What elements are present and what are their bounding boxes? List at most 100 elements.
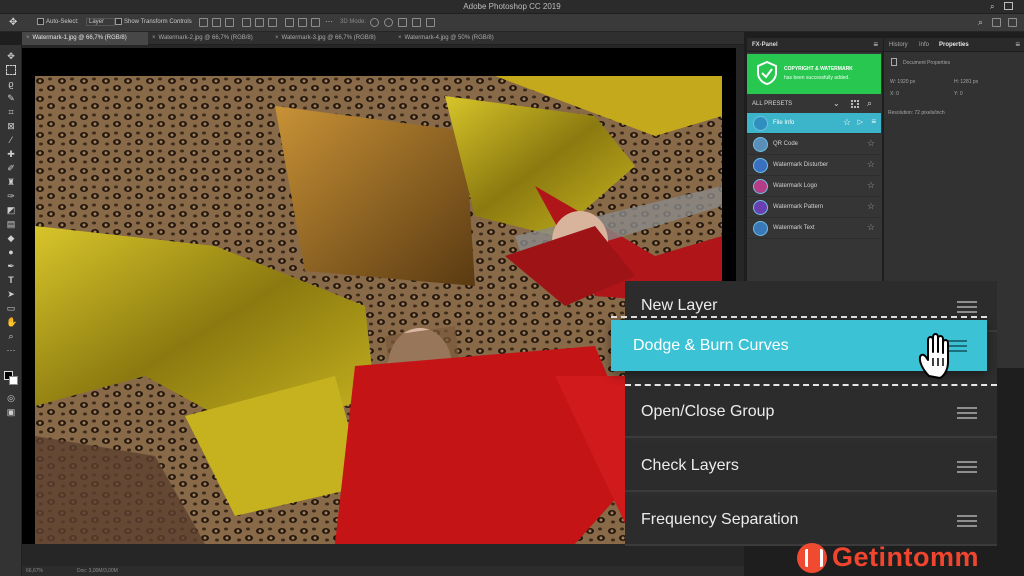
pen-tool-icon[interactable]: ✒ xyxy=(6,261,16,271)
presets-header: ALL PRESETS ⌄ ⌕ xyxy=(747,98,881,111)
distribute-v-icon[interactable] xyxy=(311,18,320,27)
pan-3d-icon[interactable] xyxy=(398,18,407,27)
presets-dropdown[interactable]: ALL PRESETS xyxy=(752,101,792,107)
more-tools-icon[interactable]: ··· xyxy=(6,345,16,355)
align-middle-icon[interactable] xyxy=(255,18,264,27)
history-brush-icon[interactable]: ✑ xyxy=(6,191,16,201)
hand-tool-icon[interactable]: ✋ xyxy=(6,317,17,327)
close-icon[interactable]: × xyxy=(398,35,402,41)
zoom-tool-icon[interactable]: ⌕ xyxy=(6,331,16,341)
y-value[interactable]: Y: 0 xyxy=(954,91,963,97)
path-select-icon[interactable]: ➤ xyxy=(6,289,16,299)
align-left-icon[interactable] xyxy=(199,18,208,27)
align-center-icon[interactable] xyxy=(212,18,221,27)
panel-menu-icon[interactable]: ≡ xyxy=(873,40,878,49)
star-icon[interactable]: ☆ xyxy=(843,117,851,128)
roll-3d-icon[interactable] xyxy=(384,18,393,27)
star-icon[interactable]: ☆ xyxy=(867,201,875,212)
blur-tool-icon[interactable]: ◆ xyxy=(6,233,16,243)
shape-tool-icon[interactable]: ▭ xyxy=(6,303,16,313)
tab-watermark-2[interactable]: × Watermark-2.jpg @ 66,7% (RGB/8) xyxy=(148,32,271,45)
align-right-icon[interactable] xyxy=(225,18,234,27)
preset-watermark-pattern[interactable]: Watermark Pattern ☆ xyxy=(747,197,881,218)
healing-tool-icon[interactable]: ✚ xyxy=(6,149,16,159)
panel-menu-icon[interactable]: ≡ xyxy=(1015,40,1020,49)
play-icon[interactable]: ▷ xyxy=(858,118,863,126)
qr-code-icon xyxy=(753,137,768,152)
tab-watermark-3[interactable]: × Watermark-3.jpg @ 66,7% (RGB/8) xyxy=(271,32,394,45)
more-icon[interactable]: ··· xyxy=(325,17,333,26)
title-bar: Adobe Photoshop CC 2019 ⌕ xyxy=(0,0,1024,14)
distribute-icon[interactable] xyxy=(285,18,294,27)
drag-handle-icon[interactable] xyxy=(957,407,977,419)
auto-select-checkbox[interactable] xyxy=(37,18,44,25)
star-icon[interactable]: ☆ xyxy=(867,180,875,191)
screen-mode-icon[interactable]: ▣ xyxy=(6,407,16,417)
eyedropper-tool-icon[interactable]: ⁄ xyxy=(6,135,16,145)
drag-handle-icon[interactable] xyxy=(957,515,977,527)
search-icon[interactable]: ⌕ xyxy=(978,17,983,28)
move-tool-icon[interactable]: ✥ xyxy=(9,17,17,28)
type-tool-icon[interactable]: T xyxy=(6,275,16,285)
drag-handle-icon[interactable] xyxy=(957,461,977,473)
align-top-icon[interactable] xyxy=(242,18,251,27)
disturber-icon xyxy=(753,158,768,173)
drag-handle-icon[interactable] xyxy=(957,301,977,313)
distribute-h-icon[interactable] xyxy=(298,18,307,27)
star-icon[interactable]: ☆ xyxy=(867,159,875,170)
preset-file-info[interactable]: File Info ☆ ▷ ≡ xyxy=(747,113,881,134)
tab-history[interactable]: History xyxy=(889,42,908,48)
stamp-tool-icon[interactable]: ♜ xyxy=(6,177,16,187)
slide-3d-icon[interactable] xyxy=(412,18,421,27)
star-icon[interactable]: ☆ xyxy=(867,222,875,233)
menu-item-label: Dodge & Burn Curves xyxy=(633,337,789,354)
preset-watermark-text[interactable]: Watermark Text ☆ xyxy=(747,218,881,239)
preset-watermark-disturber[interactable]: Watermark Disturber ☆ xyxy=(747,155,881,176)
layer-dropdown[interactable]: Layer xyxy=(86,18,116,26)
preset-watermark-logo[interactable]: Watermark Logo ☆ xyxy=(747,176,881,197)
grid-view-icon[interactable] xyxy=(851,100,859,108)
marquee-tool-icon[interactable] xyxy=(6,65,16,75)
frame-tool-icon[interactable]: ⊠ xyxy=(6,121,16,131)
menu-item-frequency-separation[interactable]: Frequency Separation xyxy=(625,495,997,546)
search-icon[interactable]: ⌕ xyxy=(990,2,994,12)
close-icon[interactable]: × xyxy=(152,35,156,41)
workspace-icon[interactable] xyxy=(1004,2,1013,10)
tab-info[interactable]: Info xyxy=(919,42,929,48)
quick-mask-icon[interactable]: ◎ xyxy=(6,393,16,403)
workspace-switcher-icon[interactable] xyxy=(992,18,1001,27)
height-value[interactable]: H: 1281 px xyxy=(954,79,978,85)
gradient-tool-icon[interactable]: ▤ xyxy=(6,219,16,229)
share-icon[interactable] xyxy=(1008,18,1017,27)
tab-watermark-1[interactable]: × Watermark-1.jpg @ 66,7% (RGB/8) xyxy=(22,32,148,45)
close-icon[interactable]: × xyxy=(26,35,30,41)
preset-qr-code[interactable]: QR Code ☆ xyxy=(747,134,881,155)
chevron-down-icon[interactable]: ⌄ xyxy=(833,99,840,108)
doc-properties-label: Document Properties xyxy=(903,60,950,66)
show-transform-checkbox[interactable] xyxy=(115,18,122,25)
doc-size[interactable]: Doc: 3,00M/3,00M xyxy=(77,568,118,574)
tab-watermark-4[interactable]: × Watermark-4.jpg @ 50% (RGB/8) xyxy=(394,32,514,45)
lasso-tool-icon[interactable]: ϱ xyxy=(6,79,16,89)
orbit-3d-icon[interactable] xyxy=(370,18,379,27)
x-value[interactable]: X: 0 xyxy=(890,91,899,97)
eraser-tool-icon[interactable]: ◩ xyxy=(6,205,16,215)
search-icon[interactable]: ⌕ xyxy=(867,98,872,109)
crop-tool-icon[interactable]: ⌗ xyxy=(6,107,16,117)
width-value[interactable]: W: 1920 px xyxy=(890,79,915,85)
menu-item-open-close-group[interactable]: Open/Close Group xyxy=(625,387,997,438)
tab-properties[interactable]: Properties xyxy=(939,42,969,48)
background-color-swatch[interactable] xyxy=(9,376,18,385)
brush-tool-icon[interactable]: ✐ xyxy=(6,163,16,173)
align-bottom-icon[interactable] xyxy=(268,18,277,27)
scale-3d-icon[interactable] xyxy=(426,18,435,27)
menu-item-check-layers[interactable]: Check Layers xyxy=(625,441,997,492)
close-icon[interactable]: × xyxy=(275,35,279,41)
star-icon[interactable]: ☆ xyxy=(867,138,875,149)
dodge-tool-icon[interactable]: ● xyxy=(6,247,16,257)
move-tool-icon[interactable]: ✥ xyxy=(6,51,16,61)
menu-icon[interactable]: ≡ xyxy=(871,117,876,126)
photo[interactable] xyxy=(35,76,722,544)
zoom-level[interactable]: 66,67% xyxy=(26,568,43,574)
quick-select-tool-icon[interactable]: ✎ xyxy=(6,93,16,103)
